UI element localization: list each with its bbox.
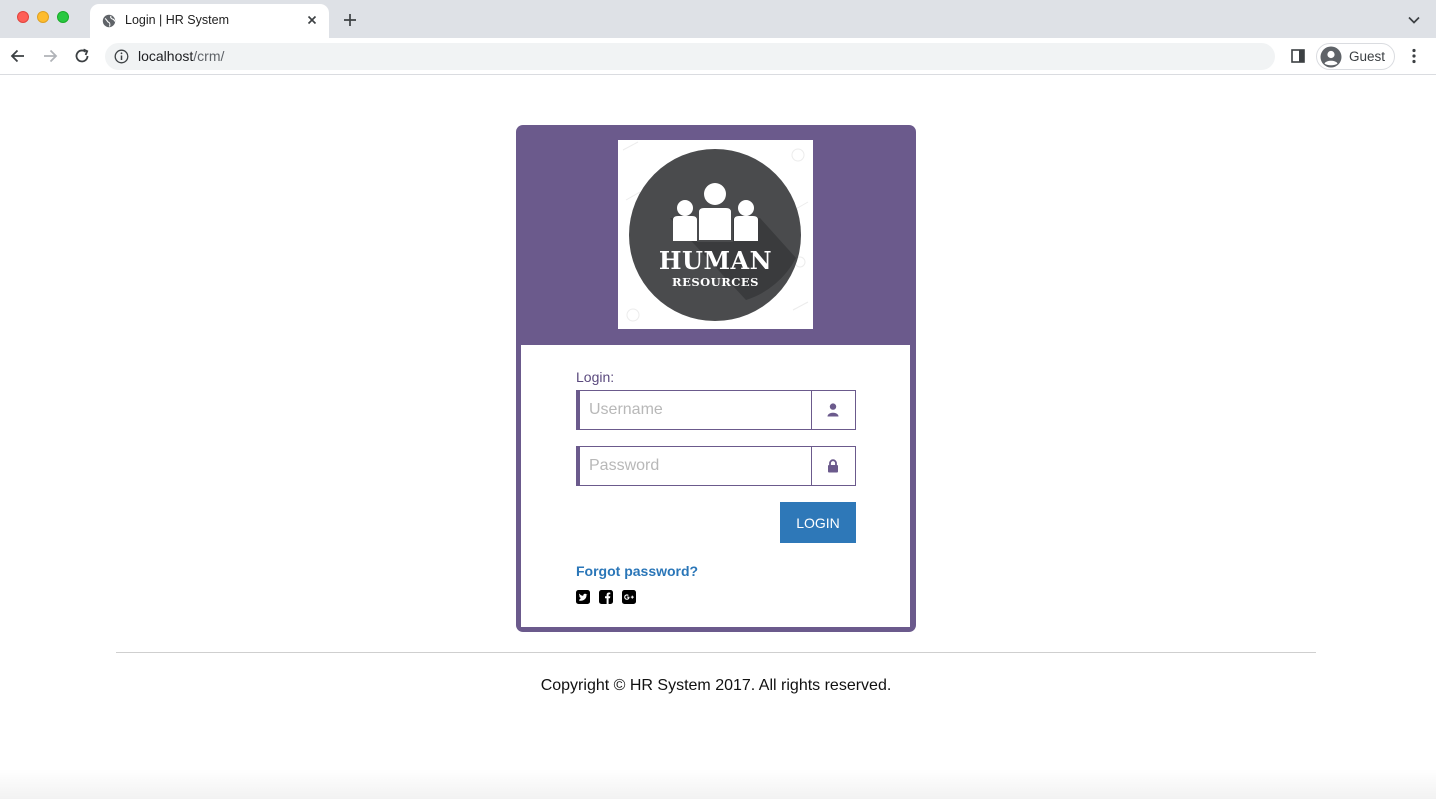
url-host: localhost [138, 48, 194, 64]
browser-tab-active[interactable]: Login | HR System [90, 4, 329, 38]
browser-toolbar: localhost/crm/ Guest [0, 38, 1436, 75]
lock-icon [828, 459, 838, 473]
url-text[interactable]: localhost/crm/ [138, 48, 224, 64]
username-addon [811, 391, 855, 429]
forgot-password-link[interactable]: Forgot password? [576, 563, 698, 579]
username-input[interactable] [580, 391, 811, 429]
profile-button[interactable]: Guest [1316, 43, 1395, 70]
footer-divider [116, 652, 1316, 653]
password-addon [811, 447, 855, 485]
login-label: Login: [576, 369, 615, 385]
user-icon [827, 403, 839, 417]
facebook-icon[interactable] [599, 590, 613, 604]
close-icon[interactable] [304, 12, 320, 28]
side-panel-icon[interactable] [1290, 48, 1306, 64]
window-maximize-button[interactable] [57, 11, 69, 23]
url-path: /crm/ [193, 48, 225, 64]
people-group-icon [673, 183, 758, 242]
tab-title: Login | HR System [125, 13, 229, 27]
login-button[interactable]: LOGIN [780, 502, 856, 543]
password-input[interactable] [580, 447, 811, 485]
google-plus-icon[interactable] [622, 590, 636, 604]
avatar-icon [1320, 46, 1342, 68]
logo-title: HUMAN [658, 246, 773, 275]
browser-tab-strip: Login | HR System [0, 0, 1436, 38]
login-form: Login: LOGIN [521, 345, 910, 627]
copyright-text: Copyright © HR System 2017. All rights r… [540, 677, 892, 694]
chevron-down-icon[interactable] [1407, 13, 1421, 27]
username-field [576, 390, 856, 430]
logo-subtitle: RESOURCES [672, 275, 759, 289]
page-viewport: HUMAN RESOURCES Login: Username LOGIN Fo… [0, 75, 1436, 799]
password-field [576, 446, 856, 486]
back-arrow-icon[interactable] [9, 47, 27, 65]
address-bar[interactable]: localhost/crm/ [105, 43, 1275, 70]
info-icon[interactable] [114, 49, 129, 64]
plus-icon[interactable] [342, 12, 358, 28]
kebab-menu-icon[interactable] [1406, 47, 1422, 65]
profile-label: Guest [1349, 49, 1386, 64]
window-minimize-button[interactable] [37, 11, 49, 23]
reload-icon[interactable] [73, 47, 91, 65]
login-card: HUMAN RESOURCES Login: Username LOGIN Fo… [516, 125, 916, 632]
hr-logo: HUMAN RESOURCES [618, 140, 813, 329]
bottom-shadow [0, 769, 1436, 799]
forward-arrow-icon[interactable] [41, 47, 59, 65]
twitter-icon[interactable] [576, 590, 590, 604]
globe-icon [102, 14, 116, 28]
window-close-button[interactable] [17, 11, 29, 23]
